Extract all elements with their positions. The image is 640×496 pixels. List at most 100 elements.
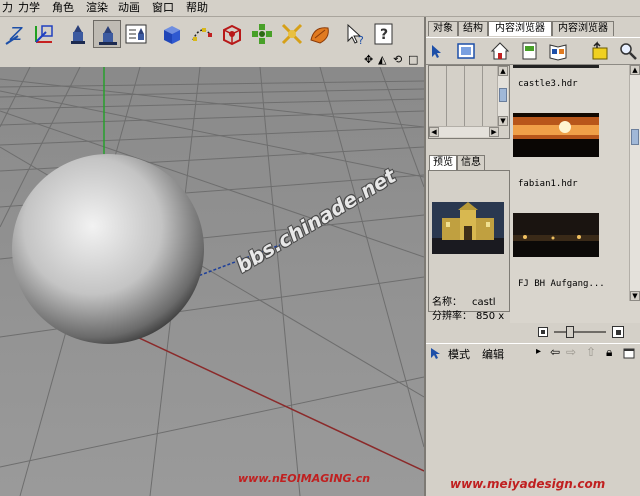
file-name-fj-bh-aufgang[interactable]: FJ BH Aufgang...	[518, 279, 605, 290]
tab-content-browser[interactable]: 内容浏览器	[488, 21, 552, 36]
browser-parent-folder-button[interactable]	[590, 41, 610, 61]
tree-horizontal-scrollbar[interactable]: ◀ ▶	[429, 126, 499, 137]
tab-content-browser-2[interactable]: 内容浏览器	[552, 21, 614, 36]
subdivision-nurbs-button[interactable]	[218, 20, 246, 48]
browser-catalog-button[interactable]	[548, 41, 568, 61]
large-thumbnail-icon[interactable]	[612, 326, 624, 338]
sphere-object[interactable]	[12, 154, 204, 344]
cursor-icon: ?	[347, 23, 364, 46]
presets-icon	[522, 42, 537, 60]
browser-home-button[interactable]	[490, 41, 510, 61]
world-axis-icon	[35, 25, 53, 43]
axis-z-button[interactable]: Z	[2, 20, 30, 48]
thumbnail-fabian1[interactable]	[513, 213, 599, 257]
spline-pen-icon	[192, 28, 212, 41]
attribute-mode-menu[interactable]: 模式	[448, 346, 470, 362]
file-name-castle3[interactable]: castle3.hdr	[518, 79, 578, 90]
attribute-edit-menu[interactable]: 编辑	[482, 346, 504, 362]
search-icon	[620, 43, 637, 60]
thumbnail-size-slider[interactable]	[510, 325, 640, 339]
content-file-list[interactable]: castle3.hdr fabian1.hdr FJ BH Aufgang...	[510, 65, 640, 323]
folder-tree-pane[interactable]: ▲ ▼ ◀ ▶	[428, 65, 510, 139]
svg-text:?: ?	[358, 34, 364, 46]
menu-item-partial[interactable]: 力	[2, 1, 13, 15]
zoom-view-icon[interactable]: ◭	[378, 53, 386, 67]
slider-handle[interactable]	[566, 326, 574, 338]
array-object-button[interactable]	[248, 20, 276, 48]
scene-floor-icon	[310, 27, 329, 44]
menu-item-render[interactable]: 渲染	[86, 1, 108, 15]
browser-presets-button[interactable]	[520, 41, 540, 61]
move-view-icon[interactable]: ✥	[364, 53, 373, 67]
viewport-canvas	[0, 67, 424, 496]
attribute-manager-header: 模式 编辑 ▸ ⇦ ⇨ ⇧ 🔒︎	[426, 343, 640, 363]
maximize-view-icon[interactable]: □	[408, 53, 418, 67]
menu-bar: 力 力学 角色 渲染 动画 窗口 帮助	[0, 0, 640, 17]
info-name-label: 名称：	[432, 297, 462, 308]
right-footer-watermark: www.meiyadesign.com	[450, 477, 606, 491]
browser-nav-button[interactable]	[428, 41, 448, 61]
spline-pen-button[interactable]	[188, 20, 216, 48]
world-axis-button[interactable]	[30, 20, 58, 48]
back-arrow-icon[interactable]: ⇦	[550, 345, 560, 359]
right-panel: 对象 结构 内容浏览器 内容浏览器 ▲ ▼ ◀ ▶ 预览 信息 名称： cast…	[424, 17, 640, 496]
slider-track[interactable]	[554, 331, 606, 333]
render-settings-icon	[125, 24, 147, 44]
browser-search-button[interactable]	[618, 41, 638, 61]
home-icon	[490, 42, 510, 60]
file-list-vertical-scrollbar[interactable]: ▲ ▼	[629, 65, 640, 301]
main-toolbar: Z ? ?	[0, 17, 424, 54]
cursor-button[interactable]: ?	[342, 20, 370, 48]
menu-item-character[interactable]: 角色	[52, 1, 74, 15]
thumbnail-view-icon	[457, 43, 475, 59]
render-view-button[interactable]	[64, 20, 92, 48]
menu-item-help[interactable]: 帮助	[186, 1, 208, 15]
attribute-play-icon[interactable]: ▸	[536, 346, 541, 357]
render-picture-viewer-icon	[99, 26, 117, 45]
3d-viewport[interactable]: bbs.chinade.net www.nEOIMAGING.cn	[0, 67, 424, 496]
new-window-icon[interactable]	[622, 346, 636, 360]
tab-info[interactable]: 信息	[457, 155, 485, 170]
help-icon: ?	[374, 23, 393, 45]
array-object-icon	[252, 24, 272, 44]
preview-pane: 名称： castl 分辨率： 850 x	[428, 170, 510, 322]
render-view-icon	[71, 25, 85, 44]
subdivision-nurbs-icon	[223, 24, 241, 46]
lock-icon[interactable]: 🔒︎	[606, 345, 612, 360]
forward-arrow-icon[interactable]: ⇨	[566, 345, 576, 359]
svg-text:Z: Z	[9, 24, 23, 45]
attribute-arrow-icon[interactable]	[429, 346, 443, 360]
attribute-manager-body: www.meiyadesign.com	[426, 362, 640, 496]
browser-view-button[interactable]	[456, 41, 476, 61]
menu-item-window[interactable]: 窗口	[152, 1, 174, 15]
tab-preview[interactable]: 预览	[429, 155, 457, 170]
up-arrow-icon[interactable]: ⇧	[586, 345, 596, 359]
file-name-fabian1[interactable]: fabian1.hdr	[518, 179, 578, 190]
cube-primitive-icon	[164, 26, 180, 44]
cube-primitive-button[interactable]	[158, 20, 186, 48]
left-footer-watermark: www.nEOIMAGING.cn	[238, 472, 371, 485]
deformer-icon	[281, 23, 303, 45]
small-thumbnail-icon[interactable]	[538, 327, 548, 337]
render-picture-viewer-button[interactable]	[93, 20, 121, 48]
scene-floor-button[interactable]	[306, 20, 334, 48]
tab-objects[interactable]: 对象	[428, 21, 458, 36]
render-settings-button[interactable]	[122, 20, 150, 48]
thumbnail-castle3[interactable]	[513, 113, 599, 157]
tab-structure[interactable]: 结构	[458, 21, 488, 36]
preview-image	[432, 202, 504, 254]
deformer-button[interactable]	[278, 20, 306, 48]
help-button[interactable]: ?	[370, 20, 398, 48]
svg-text:?: ?	[380, 27, 388, 43]
browser-arrow-icon	[432, 45, 441, 58]
menu-item-dynamics[interactable]: 力学	[18, 1, 40, 15]
parent-folder-icon	[592, 41, 608, 60]
tree-vertical-scrollbar[interactable]: ▲ ▼	[497, 66, 508, 126]
rotate-view-icon[interactable]: ⟲	[393, 53, 402, 67]
catalog-icon	[549, 44, 567, 61]
menu-item-animation[interactable]: 动画	[118, 1, 140, 15]
info-resolution-value: 850 x	[476, 311, 505, 322]
info-resolution-label: 分辨率：	[432, 311, 472, 322]
viewport-header: ✥ ◭ ⟲ □	[0, 53, 424, 68]
content-browser-toolbar	[426, 37, 640, 65]
